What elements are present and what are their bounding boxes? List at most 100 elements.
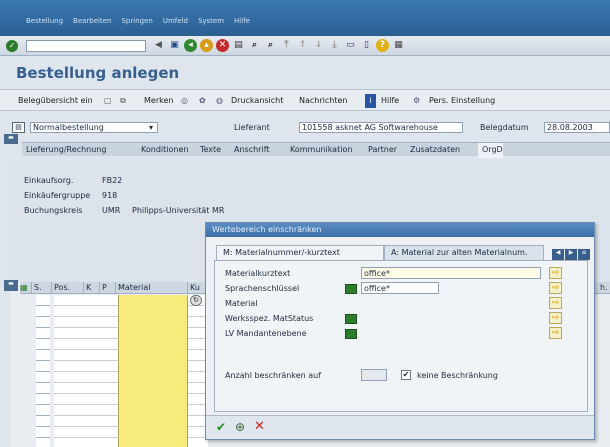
lv-help-icon[interactable] xyxy=(345,329,357,339)
find-icon[interactable]: ⌕ xyxy=(248,39,261,52)
hilfe-button[interactable]: Hilfe xyxy=(381,94,399,108)
exit-icon[interactable]: ▴ xyxy=(200,39,213,52)
po-header: ▤ Normalbestellung ▾ Lieferant 101558 as… xyxy=(4,121,610,144)
cancel-dialog-icon[interactable]: ✕ xyxy=(254,419,265,434)
pers-einstellung-button[interactable]: Pers. Einstellung xyxy=(429,94,495,108)
menu-hilfe[interactable]: Hilfe xyxy=(234,17,250,25)
application-toolbar: Belegübersicht ein ▢ ⧉ Merken ◎ ✿ ◍ Druc… xyxy=(0,89,610,111)
row-selectors[interactable] xyxy=(36,295,50,447)
kurztext-input[interactable]: office* xyxy=(361,267,541,279)
buchungskreis-label: Buchungskreis xyxy=(24,206,83,215)
print-icon[interactable]: ▤ xyxy=(232,39,245,52)
werk-multi-icon[interactable]: ⇨ xyxy=(549,312,562,324)
layout-icon[interactable]: ▦ xyxy=(392,39,405,52)
kurztext-multi-icon[interactable]: ⇨ xyxy=(549,267,562,279)
confirm-icon[interactable]: ✔ xyxy=(216,420,226,434)
info-icon[interactable]: i xyxy=(365,94,376,108)
save-icon[interactable]: ▣ xyxy=(168,39,181,52)
check-icon[interactable]: ◎ xyxy=(181,94,188,108)
menu-system[interactable]: System xyxy=(198,17,224,25)
werk-help-icon[interactable] xyxy=(345,314,357,324)
display-icon[interactable]: ✿ xyxy=(199,94,206,108)
search-help-icon[interactable]: ⊕ xyxy=(235,420,245,434)
limit-input[interactable] xyxy=(361,369,387,381)
lieferant-field[interactable]: 101558 asknet AG Softwarehouse xyxy=(299,122,463,133)
doctype-value: Normalbestellung xyxy=(33,123,104,132)
col-s[interactable]: S. xyxy=(34,282,52,294)
tab-orgdaten[interactable]: OrgD xyxy=(478,143,503,158)
col-p[interactable]: P xyxy=(102,282,116,294)
tab-lieferung[interactable]: Lieferung/Rechnung xyxy=(22,143,106,157)
first-page-icon[interactable]: ⤒ xyxy=(280,39,293,52)
tab-alte-materialnummer[interactable]: A: Material zur alten Materialnum. xyxy=(384,245,544,260)
settings-icon[interactable]: ⚙ xyxy=(413,94,420,108)
tab-list-icon[interactable]: ≡ xyxy=(578,249,590,260)
print-preview-icon[interactable]: ◍ xyxy=(216,94,223,108)
col-pos[interactable]: Pos. xyxy=(54,282,84,294)
help-icon[interactable]: ? xyxy=(376,39,389,52)
lieferant-label: Lieferant xyxy=(234,123,270,132)
tab-kommunikation[interactable]: Kommunikation xyxy=(286,143,352,157)
druckansicht-button[interactable]: Druckansicht xyxy=(231,94,283,108)
material-column[interactable] xyxy=(118,295,188,447)
tab-partner[interactable]: Partner xyxy=(364,143,397,157)
kurztext-label: Materialkurztext xyxy=(225,269,291,278)
lv-label: LV Mandantenebene xyxy=(225,329,307,338)
einkaufsorg-label: Einkaufsorg. xyxy=(24,176,74,185)
tab-anschrift[interactable]: Anschrift xyxy=(230,143,270,157)
sprache-help-icon[interactable] xyxy=(345,284,357,294)
menu-bestellung[interactable]: Bestellung xyxy=(26,17,63,25)
menu-bearbeiten[interactable]: Bearbeiten xyxy=(73,17,111,25)
menu-bar: Bestellung Bearbeiten Springen Umfeld Sy… xyxy=(0,0,610,36)
cancel-icon[interactable]: ✕ xyxy=(216,39,229,52)
document-icon[interactable]: ▤ xyxy=(12,122,25,133)
collapse-header-icon[interactable]: ▬ xyxy=(4,134,18,144)
merken-button[interactable]: Merken xyxy=(144,94,173,108)
pos-cells[interactable] xyxy=(54,295,118,447)
nachrichten-button[interactable]: Nachrichten xyxy=(299,94,347,108)
lv-multi-icon[interactable]: ⇨ xyxy=(549,327,562,339)
menu-umfeld[interactable]: Umfeld xyxy=(163,17,188,25)
next-page-icon[interactable]: ↓ xyxy=(312,39,325,52)
belegdatum-field[interactable]: 28.08.2003 xyxy=(544,122,610,133)
col-k[interactable]: K xyxy=(86,282,100,294)
tab-materialnummer[interactable]: M: Materialnummer/-kurztext xyxy=(216,245,384,260)
dropdown-icon[interactable]: ▾ xyxy=(149,123,153,133)
enter-icon[interactable]: ✓ xyxy=(6,40,18,52)
tab-konditionen[interactable]: Konditionen xyxy=(137,143,188,157)
no-limit-checkbox[interactable]: ✔ xyxy=(401,370,411,380)
last-page-icon[interactable]: ⤓ xyxy=(328,39,341,52)
einkaufsorg-value: FB22 xyxy=(102,176,123,185)
dialog-body: Materialkurztext office* ⇨ Sprachenschlü… xyxy=(214,260,588,412)
new-doc-icon[interactable]: ▢ xyxy=(104,94,112,108)
col-material[interactable]: Material xyxy=(118,282,188,294)
command-field[interactable] xyxy=(26,40,146,52)
menu-items: Bestellung Bearbeiten Springen Umfeld Sy… xyxy=(26,17,250,25)
dialog-title: Wertebereich einschränken xyxy=(206,223,594,237)
material-label: Material xyxy=(225,299,258,308)
menu-springen[interactable]: Springen xyxy=(121,17,152,25)
shortcut-icon[interactable]: ▯ xyxy=(360,39,373,52)
toolbar-icons: ◀ ▣ ◂ ▴ ✕ ▤ ⌕ ⌕ ⤒ ↑ ↓ ⤓ ▭ ▯ ? ▦ xyxy=(152,39,405,52)
tab-next-icon[interactable]: ▶ xyxy=(565,249,577,260)
tab-prev-icon[interactable]: ◀ xyxy=(552,249,564,260)
refresh-icon[interactable]: ↻ xyxy=(190,295,202,306)
einkaufergruppe-value: 918 xyxy=(102,191,118,200)
sprache-multi-icon[interactable]: ⇨ xyxy=(549,282,562,294)
belegdatum-value: 28.08.2003 xyxy=(547,123,593,132)
sprache-input[interactable]: office* xyxy=(361,282,439,294)
tab-zusatzdaten[interactable]: Zusatzdaten xyxy=(406,143,460,157)
back-green-icon[interactable]: ◂ xyxy=(184,39,197,52)
find-next-icon[interactable]: ⌕ xyxy=(264,39,277,52)
select-all-icon[interactable]: ▦ xyxy=(20,282,32,294)
prev-page-icon[interactable]: ↑ xyxy=(296,39,309,52)
tab-texte[interactable]: Texte xyxy=(196,143,221,157)
doctype-select[interactable]: Normalbestellung ▾ xyxy=(30,122,158,133)
belegubersicht-button[interactable]: Belegübersicht ein xyxy=(18,94,93,108)
collapse-items-icon[interactable]: ▬ xyxy=(4,280,18,291)
material-multi-icon[interactable]: ⇨ xyxy=(549,297,562,309)
other-doc-icon[interactable]: ⧉ xyxy=(120,94,126,108)
back-icon[interactable]: ◀ xyxy=(152,39,165,52)
buchungskreis-name: Philipps-Universität MR xyxy=(132,206,225,215)
new-session-icon[interactable]: ▭ xyxy=(344,39,357,52)
